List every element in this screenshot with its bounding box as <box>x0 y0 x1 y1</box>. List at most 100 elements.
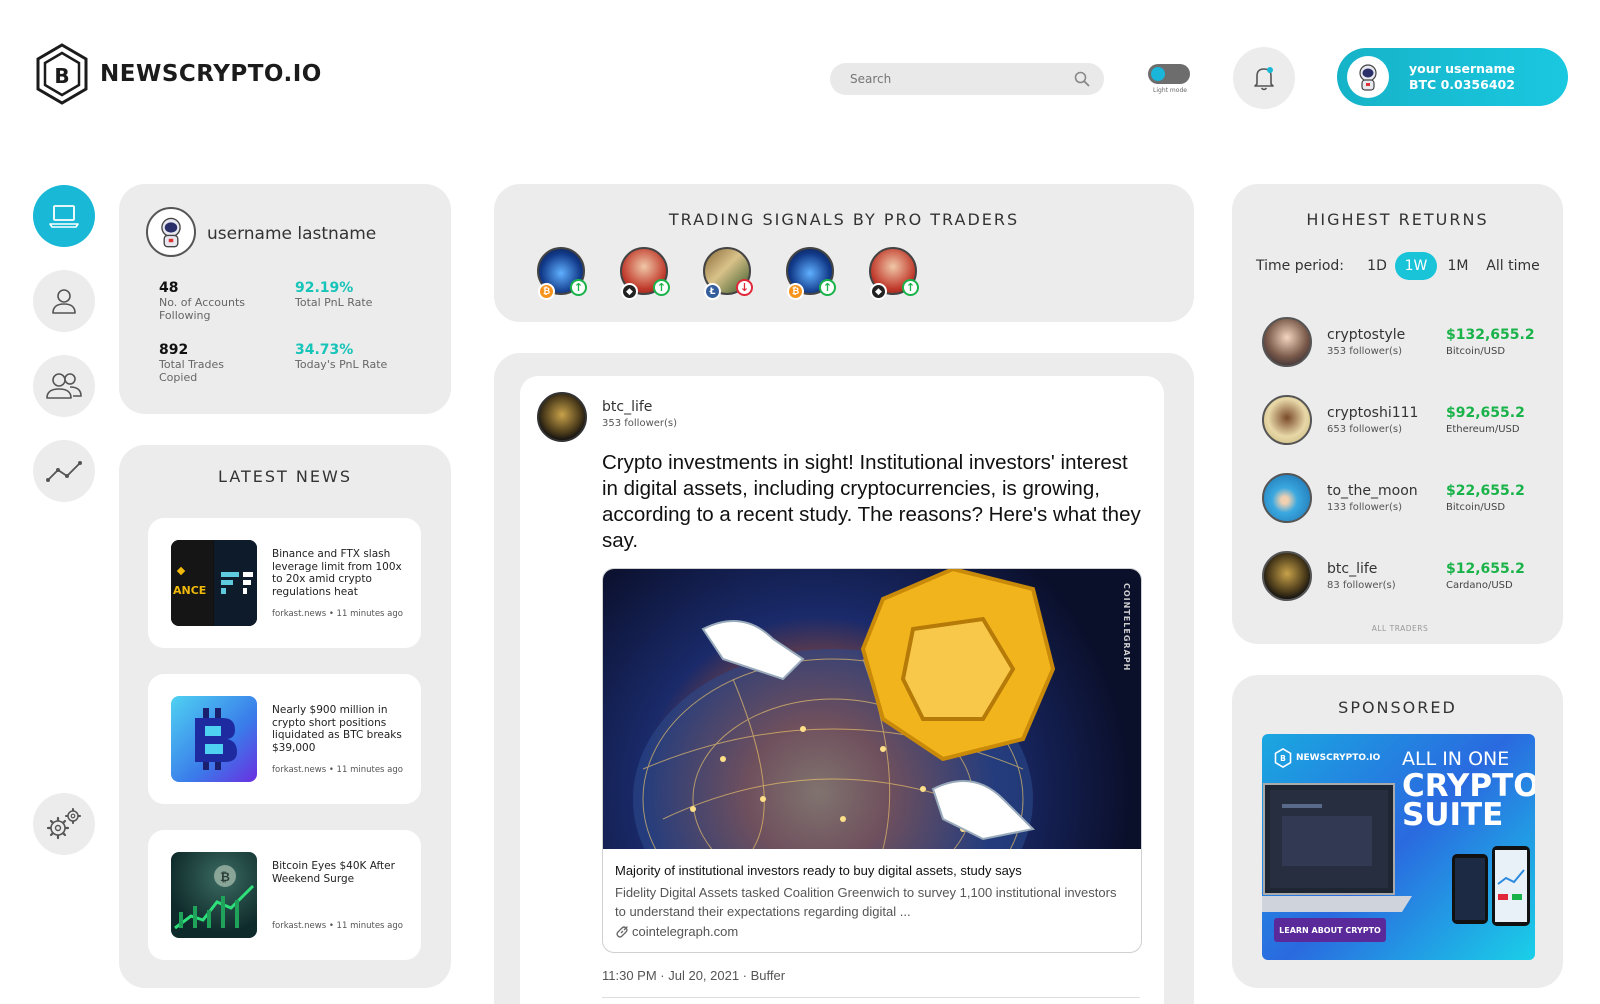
link-preview-url-text: cointelegraph.com <box>632 924 739 939</box>
trader-followers: 133 follower(s) <box>1327 502 1403 513</box>
stat-value: 48 <box>159 280 179 296</box>
image-watermark: COINTELEGRAPH <box>1122 583 1131 672</box>
notifications-button[interactable] <box>1233 47 1295 109</box>
news-item[interactable]: ANCE Binance and FTX slash leverage limi… <box>148 518 421 648</box>
line-chart-icon <box>46 461 82 482</box>
profile-avatar[interactable] <box>146 207 196 257</box>
user-account-button[interactable]: your username BTC 0.0356402 <box>1337 48 1568 106</box>
arrow-up-icon: ↑ <box>653 279 670 296</box>
trading-signals-card <box>494 184 1194 322</box>
trader-name[interactable]: btc_life <box>1327 561 1377 577</box>
link-preview-card[interactable]: COINTELEGRAPH Majority of institutional … <box>602 568 1142 953</box>
period-1d-button[interactable]: 1D <box>1363 252 1391 280</box>
gears-icon <box>46 808 81 840</box>
news-headline: Nearly $900 million in crypto short posi… <box>272 704 402 754</box>
trader-avatar[interactable] <box>1262 473 1312 523</box>
trader-name[interactable]: cryptostyle <box>1327 327 1405 343</box>
user-avatar <box>1347 56 1389 98</box>
period-1m-button[interactable]: 1M <box>1444 252 1472 280</box>
news-item[interactable]: Nearly $900 million in crypto short posi… <box>148 674 421 804</box>
stat-total-pnl: 92.19% Total PnL Rate <box>295 280 405 309</box>
theme-toggle[interactable] <box>1148 64 1190 84</box>
trader-return: $12,655.2 <box>1446 561 1525 577</box>
all-traders-link[interactable]: ALL TRADERS <box>1232 624 1568 633</box>
news-item[interactable]: ₿ Bitcoin Eyes $40K After Weekend Surge … <box>148 830 421 960</box>
user-balance: BTC 0.0356402 <box>1409 77 1515 92</box>
news-source: forkast.news • 11 minutes ago <box>272 609 403 619</box>
ad-headline-1: ALL IN ONE <box>1402 748 1510 770</box>
coin-globe-illustration-icon <box>633 569 1056 849</box>
sidebar-dashboard-button[interactable] <box>33 185 95 247</box>
sponsored-title: SPONSORED <box>1338 698 1457 717</box>
stat-value: 892 <box>159 342 189 358</box>
bitcoin-coin-icon: ₿ <box>787 283 804 300</box>
link-preview-title: Majority of institutional investors read… <box>615 863 1022 878</box>
trader-name[interactable]: cryptoshi111 <box>1327 405 1418 421</box>
link-icon <box>616 925 628 938</box>
sidebar-settings-button[interactable] <box>33 793 95 855</box>
trading-signals-title: TRADING SIGNALS BY PRO TRADERS <box>668 210 1020 229</box>
time-period-label: Time period: <box>1256 258 1345 274</box>
post-timestamp: 11:30 PM · Jul 20, 2021 · Buffer <box>602 968 786 983</box>
laptop-icon <box>49 205 79 228</box>
period-1w-button[interactable]: 1W <box>1395 252 1437 280</box>
learn-about-crypto-button[interactable]: LEARN ABOUT CRYPTO <box>1274 918 1386 942</box>
arrow-up-icon: ↑ <box>819 279 836 296</box>
search-bar[interactable] <box>830 63 1104 95</box>
trader-return: $92,655.2 <box>1446 405 1525 421</box>
toggle-label: Light mode <box>1153 87 1187 94</box>
logo-text: NEWSCRYPTO.IO <box>100 61 322 87</box>
profile-name: username lastname <box>207 224 377 244</box>
bitcoin-chart-icon: ₿ <box>174 865 255 930</box>
stat-label: Total Trades Copied <box>159 358 225 384</box>
stat-label: Total PnL Rate <box>295 296 373 309</box>
sidebar-community-button[interactable] <box>33 355 95 417</box>
trader-pair: Bitcoin/USD <box>1446 502 1506 513</box>
trader-pair: Cardano/USD <box>1446 580 1513 591</box>
stat-accounts-following: 48 No. of Accounts Following <box>159 280 269 322</box>
news-source: forkast.news • 11 minutes ago <box>272 921 403 931</box>
news-source: forkast.news • 11 minutes ago <box>272 765 403 775</box>
stat-value: 92.19% <box>295 280 354 296</box>
trader-return: $132,655.2 <box>1446 327 1535 343</box>
svg-text:B: B <box>54 64 69 88</box>
trader-name[interactable]: to_the_moon <box>1327 483 1418 499</box>
bitcoin-3d-icon <box>195 708 237 770</box>
ethereum-coin-icon: ◆ <box>621 283 638 300</box>
link-preview-description: Fidelity Digital Assets tasked Coalition… <box>615 885 1117 919</box>
sidebar-profile-button[interactable] <box>33 270 95 332</box>
app-logo[interactable]: B NEWSCRYPTO.IO <box>34 42 322 106</box>
news-thumbnail: ANCE <box>171 540 257 626</box>
trader-followers: 653 follower(s) <box>1327 424 1403 435</box>
users-icon <box>46 373 82 399</box>
news-thumbnail: ₿ <box>171 852 257 938</box>
bitcoin-coin-icon: ₿ <box>538 283 555 300</box>
binance-logo-icon <box>176 566 186 576</box>
post-author-followers: 353 follower(s) <box>602 418 678 429</box>
bitcoin-hexagon-icon: B <box>1274 748 1292 768</box>
search-icon[interactable] <box>1074 71 1090 87</box>
arrow-up-icon: ↑ <box>570 279 587 296</box>
post-author-name[interactable]: btc_life <box>602 399 652 415</box>
stat-value: 34.73% <box>295 342 354 358</box>
svg-text:₿: ₿ <box>220 870 230 884</box>
link-preview-url[interactable]: cointelegraph.com <box>615 924 738 939</box>
news-thumb-text: ANCE <box>173 584 207 597</box>
trader-avatar[interactable] <box>1262 395 1312 445</box>
svg-text:B: B <box>1280 754 1286 763</box>
news-headline: Binance and FTX slash leverage limit fro… <box>272 548 402 598</box>
period-all-time-button[interactable]: All time <box>1482 252 1544 280</box>
post-text: Crypto investments in sight! Institution… <box>602 451 1141 552</box>
post-author-avatar[interactable] <box>537 392 587 442</box>
ad-logo: B NEWSCRYPTO.IO <box>1274 748 1380 768</box>
trader-avatar[interactable] <box>1262 317 1312 367</box>
news-headline: Bitcoin Eyes $40K After Weekend Surge <box>272 860 395 885</box>
astronaut-icon <box>1359 64 1377 91</box>
stat-today-pnl: 34.73% Today's PnL Rate <box>295 342 405 371</box>
search-input[interactable] <box>848 71 1074 87</box>
astronaut-icon <box>161 217 181 248</box>
trader-avatar[interactable] <box>1262 551 1312 601</box>
sidebar-analytics-button[interactable] <box>33 440 95 502</box>
sponsored-ad[interactable]: B NEWSCRYPTO.IO ALL IN ONE CRYPTO SUITE … <box>1262 734 1535 960</box>
highest-returns-title: HIGHEST RETURNS <box>1306 210 1489 229</box>
